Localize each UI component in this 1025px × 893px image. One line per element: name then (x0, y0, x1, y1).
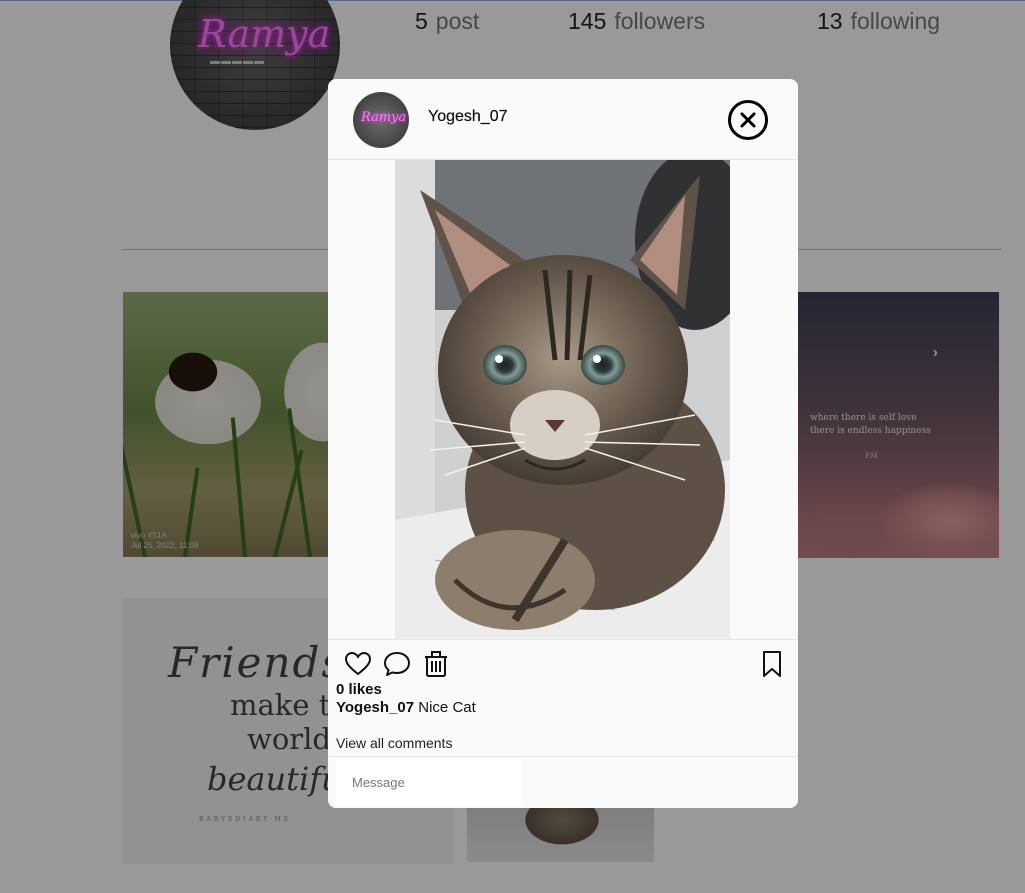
post-author-username[interactable]: Yogesh_07 (428, 108, 508, 126)
close-icon (740, 112, 756, 128)
post-header: Ramya Yogesh_07 (328, 79, 798, 160)
delete-button[interactable] (422, 650, 450, 678)
heart-icon (344, 651, 372, 676)
caption-text: Nice Cat (418, 699, 476, 716)
save-button[interactable] (758, 650, 786, 678)
avatar-neon-text: Ramya (361, 110, 407, 125)
comment-icon (384, 652, 410, 676)
post-caption: Yogesh_07 Nice Cat (336, 699, 476, 716)
post-actions (328, 639, 798, 690)
trash-icon (425, 651, 447, 677)
caption-username[interactable]: Yogesh_07 (336, 699, 414, 716)
like-button[interactable] (344, 650, 372, 678)
close-button[interactable] (728, 100, 768, 140)
comment-box (328, 756, 798, 808)
comment-button[interactable] (383, 650, 411, 678)
post-author-avatar[interactable]: Ramya (353, 92, 409, 148)
like-count: 0 likes (336, 681, 382, 698)
comment-input[interactable] (336, 759, 521, 805)
bookmark-icon (763, 651, 781, 677)
post-modal: Ramya Yogesh_07 0 likes Yogesh_07 Nice C… (328, 79, 798, 808)
post-photo-area (328, 160, 798, 639)
post-photo[interactable] (395, 160, 730, 639)
view-all-comments-link[interactable]: View all comments (336, 735, 452, 751)
kitten-illustration (395, 160, 730, 639)
